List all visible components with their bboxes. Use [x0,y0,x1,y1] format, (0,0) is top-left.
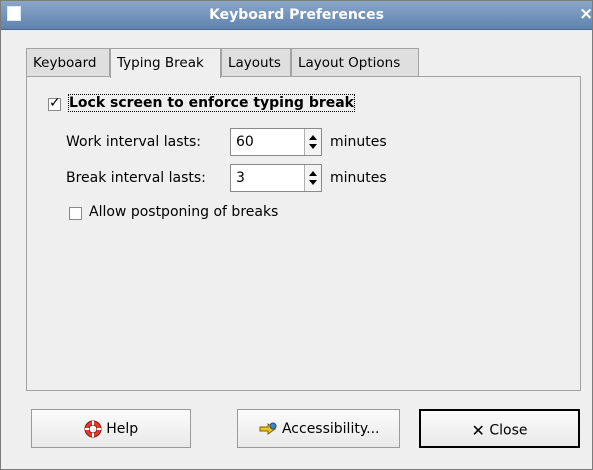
chevron-up-icon[interactable] [309,135,317,140]
tab-layout-options-label: Layout Options [298,55,401,71]
tab-layout-options[interactable]: Layout Options [291,48,419,77]
break-interval-spinner[interactable]: 3 [230,164,322,192]
break-minutes-label: minutes [330,170,387,186]
help-button-label: Help [106,421,139,437]
tab-keyboard[interactable]: Keyboard [26,48,110,77]
lock-screen-label: Lock screen to enforce typing break [68,94,355,112]
work-interval-value: 60 [236,134,254,150]
keyboard-preferences-window: Keyboard Preferences × Keyboard Typing B… [0,0,593,470]
checkmark-icon: ✓ [49,95,61,111]
close-icon[interactable]: × [579,5,592,23]
chevron-down-icon[interactable] [309,180,317,185]
allow-postponing-checkbox[interactable] [69,207,82,220]
work-interval-label: Work interval lasts: [66,134,201,150]
lifebuoy-icon [84,420,102,438]
close-button-label: Close [489,422,528,439]
allow-postponing-label: Allow postponing of breaks [89,204,279,220]
window-title: Keyboard Preferences [209,7,384,23]
work-interval-stepper[interactable] [304,129,321,155]
title-bar[interactable]: Keyboard Preferences × [1,1,592,30]
tab-typing-break-label: Typing Break [117,55,204,71]
accessibility-button[interactable]: Accessibility... [237,409,400,448]
work-interval-spinner[interactable]: 60 [230,128,322,156]
tab-layouts[interactable]: Layouts [221,48,291,77]
help-button[interactable]: Help [31,409,191,448]
tab-layouts-label: Layouts [228,55,281,71]
close-button[interactable]: ✕ Close [419,409,580,448]
lock-screen-checkbox[interactable]: ✓ [48,95,61,111]
break-interval-stepper[interactable] [304,165,321,191]
tab-typing-break[interactable]: Typing Break [110,48,221,78]
chevron-down-icon[interactable] [309,144,317,149]
help-button-content: Help [32,420,190,438]
typing-break-panel: ✓ Lock screen to enforce typing break Wo… [26,76,581,391]
chevron-up-icon[interactable] [309,171,317,176]
accessibility-button-label: Accessibility... [281,421,380,437]
x-icon: ✕ [471,421,485,440]
break-interval-label: Break interval lasts: [66,170,206,186]
tab-keyboard-label: Keyboard [33,55,97,71]
break-interval-value: 3 [236,170,245,186]
accessibility-icon [259,422,277,435]
accessibility-button-content: Accessibility... [238,420,399,438]
work-minutes-label: minutes [330,134,387,150]
close-button-content: ✕ Close [421,421,578,440]
